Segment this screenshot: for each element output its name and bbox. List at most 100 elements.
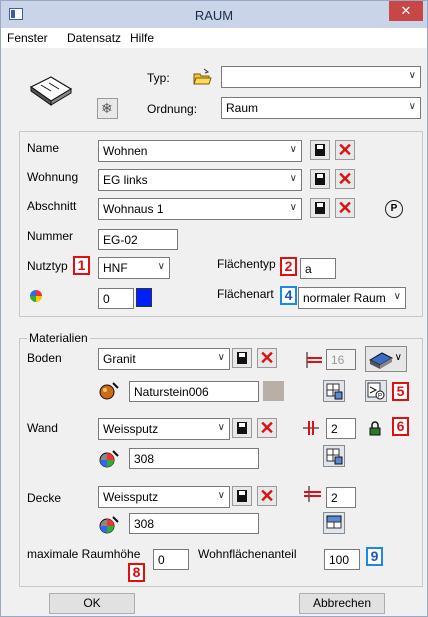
layer-icon — [368, 352, 394, 369]
color-swatch[interactable] — [136, 288, 152, 307]
snowflake-icon: ❄ — [101, 100, 113, 116]
decke-color-field[interactable]: 308 — [129, 513, 259, 534]
flaechenart-select[interactable]: normaler Raum ∨ — [298, 287, 406, 309]
chevron-down-icon: ∨ — [289, 202, 297, 213]
badge-9: 9 — [366, 547, 383, 566]
parameter-icon: P — [367, 382, 385, 400]
typ-label: Typ: — [147, 71, 170, 85]
save-name-button[interactable] — [310, 140, 330, 160]
max-raumhoehe-field[interactable]: 0 — [153, 549, 189, 570]
menu-bar: Fenster Datensatz Hilfe — [1, 28, 427, 48]
ok-button[interactable]: OK — [49, 593, 135, 614]
badge-5: 5 — [392, 382, 409, 401]
wand-thickness-field[interactable]: 2 — [326, 418, 356, 439]
flaechentyp-label: Flächentyp — [217, 257, 276, 271]
abschnitt-select[interactable]: Wohnaus 1 ∨ — [98, 198, 302, 220]
raum-dialog: RAUM ✕ Fenster Datensatz Hilfe Typ: ∨ ❄ … — [0, 0, 428, 617]
open-folder-icon[interactable] — [192, 68, 212, 86]
lock-icon[interactable] — [369, 421, 381, 436]
wall-tool-button[interactable] — [323, 445, 345, 467]
chevron-down-icon: ∨ — [394, 352, 402, 363]
delete-name-button[interactable]: ✕ — [335, 140, 355, 160]
boden-texture-field[interactable]: Naturstein006 — [129, 381, 259, 402]
wohnflaechenanteil-field[interactable]: 100 — [324, 549, 360, 570]
chevron-down-icon: ∨ — [217, 352, 225, 363]
room-type-icon — [29, 73, 73, 107]
chevron-down-icon: ∨ — [393, 291, 401, 302]
save-wand-button[interactable] — [232, 418, 252, 438]
ceiling-thickness-icon — [302, 485, 322, 503]
cancel-button[interactable]: Abbrechen — [299, 593, 385, 614]
floor-tool-button[interactable] — [323, 380, 345, 402]
ordnung-label: Ordnung: — [147, 102, 198, 116]
badge-6: 6 — [392, 417, 409, 436]
save-abschnitt-button[interactable] — [310, 198, 330, 218]
chevron-down-icon: ∨ — [408, 70, 416, 81]
badge-8: 8 — [128, 563, 145, 582]
nummer-label: Nummer — [27, 229, 74, 243]
wand-color-picker-icon[interactable] — [99, 449, 119, 469]
save-boden-button[interactable] — [232, 348, 252, 368]
badge-4: 4 — [280, 286, 297, 305]
decke-select[interactable]: Weissputz ∨ — [98, 486, 230, 508]
decke-color-picker-icon[interactable] — [99, 515, 119, 535]
parameter-button[interactable]: P — [365, 380, 387, 402]
nutztyp-label: Nutztyp — [27, 259, 68, 273]
wohnung-label: Wohnung — [27, 170, 79, 184]
ordnung-select[interactable]: Raum ∨ — [221, 97, 421, 119]
wohnflaechenanteil-label: Wohnflächenanteil — [198, 547, 297, 561]
max-raumhoehe-label: maximale Raumhöhe — [27, 547, 141, 561]
wand-select[interactable]: Weissputz ∨ — [98, 418, 230, 440]
close-button[interactable]: ✕ — [389, 1, 423, 21]
chevron-down-icon: ∨ — [289, 144, 297, 155]
texture-picker-icon[interactable] — [99, 381, 119, 401]
delete-wohnung-button[interactable]: ✕ — [335, 169, 355, 189]
chevron-down-icon: ∨ — [217, 490, 225, 501]
delete-boden-button[interactable]: ✕ — [257, 348, 277, 368]
ceiling-tool-button[interactable] — [323, 512, 345, 534]
title-bar: RAUM ✕ — [1, 1, 427, 28]
badge-2: 2 — [280, 257, 297, 276]
typ-select[interactable]: ∨ — [221, 66, 421, 88]
name-label: Name — [27, 141, 60, 155]
delete-wand-button[interactable]: ✕ — [257, 418, 277, 438]
chevron-down-icon: ∨ — [157, 261, 165, 272]
boden-layer-dropdown[interactable]: ∨ — [365, 346, 407, 372]
boden-label: Boden — [27, 351, 62, 365]
texture-preview — [263, 381, 284, 401]
color-wheel-icon[interactable] — [30, 290, 42, 302]
thickness-icon — [303, 351, 323, 369]
nummer-field[interactable]: EG-02 — [98, 229, 178, 250]
menu-fenster[interactable]: Fenster — [7, 31, 48, 45]
wall-icon — [326, 448, 343, 465]
materials-group-label: Materialien — [27, 331, 90, 345]
decke-label: Decke — [27, 491, 62, 505]
abschnitt-label: Abschnitt — [27, 199, 77, 213]
delete-abschnitt-button[interactable]: ✕ — [335, 198, 355, 218]
color-index-field[interactable]: 0 — [98, 288, 134, 309]
window-title: RAUM — [194, 8, 234, 23]
snowflake-button[interactable]: ❄ — [97, 98, 118, 119]
nutztyp-select[interactable]: HNF ∨ — [98, 257, 170, 279]
wand-label: Wand — [27, 421, 58, 435]
p-circle-button[interactable]: P — [385, 200, 403, 218]
boden-select[interactable]: Granit ∨ — [98, 348, 230, 370]
floor-icon — [326, 383, 343, 400]
flaechenart-label: Flächenart — [217, 287, 274, 301]
save-wohnung-button[interactable] — [310, 169, 330, 189]
delete-decke-button[interactable]: ✕ — [257, 486, 277, 506]
chevron-down-icon: ∨ — [217, 422, 225, 433]
menu-hilfe[interactable]: Hilfe — [130, 31, 154, 45]
menu-datensatz[interactable]: Datensatz — [67, 31, 121, 45]
flaechentyp-field[interactable]: a — [300, 258, 336, 279]
badge-1: 1 — [73, 256, 90, 275]
wohnung-select[interactable]: EG links ∨ — [98, 169, 302, 191]
name-select[interactable]: Wohnen ∨ — [98, 140, 302, 162]
save-decke-button[interactable] — [232, 486, 252, 506]
ceiling-icon — [326, 515, 342, 529]
decke-thickness-field[interactable]: 2 — [326, 487, 356, 508]
wall-thickness-icon — [301, 419, 321, 437]
boden-thickness-field[interactable]: 16 — [326, 349, 356, 370]
chevron-down-icon: ∨ — [408, 101, 416, 112]
wand-color-field[interactable]: 308 — [129, 448, 259, 469]
